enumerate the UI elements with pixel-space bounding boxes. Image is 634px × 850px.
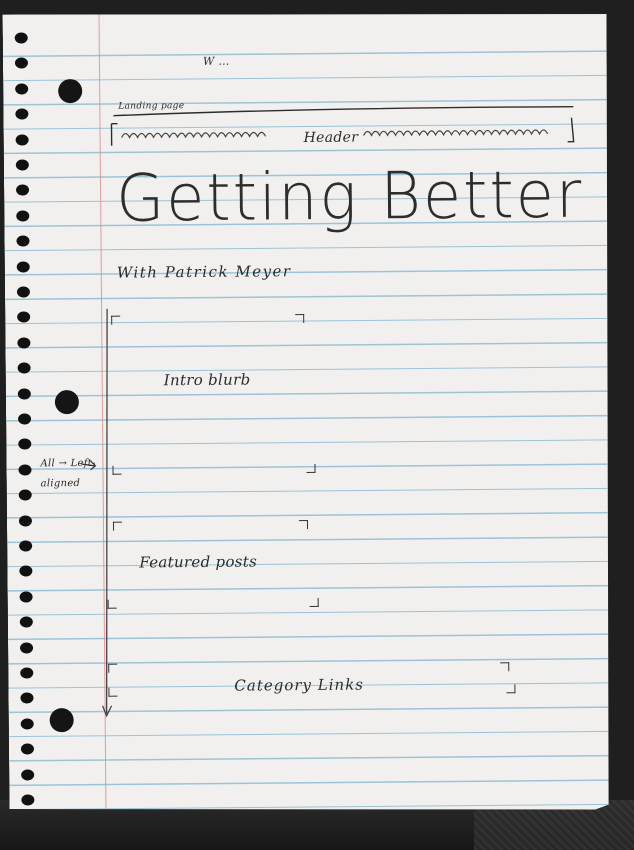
notebook-page: W … Landing page Header Getting Better W… [3,9,614,814]
category-links-label: Category Links [234,675,365,695]
featured-corner-br [310,598,319,607]
category-corner-tr [500,662,509,671]
category-corner-bl [108,688,117,697]
page-title: Getting Better [115,155,584,237]
featured-corner-bl [108,600,117,609]
featured-corner-tl [113,522,122,531]
header-label: Header [303,129,359,147]
photo: W … Landing page Header Getting Better W… [0,0,634,850]
intro-corner-br [306,464,315,473]
side-note: All → Left-aligned [40,457,96,490]
intro-blurb-label: Intro blurb [163,370,251,390]
featured-posts-label: Featured posts [139,552,258,572]
featured-corner-tr [299,520,308,529]
intro-corner-tr [295,314,304,323]
intro-corner-bl [112,466,121,475]
category-corner-tl [108,664,117,673]
category-corner-br [506,684,515,693]
subtitle: With Patrick Meyer [116,262,292,282]
intro-corner-tl [111,316,120,325]
